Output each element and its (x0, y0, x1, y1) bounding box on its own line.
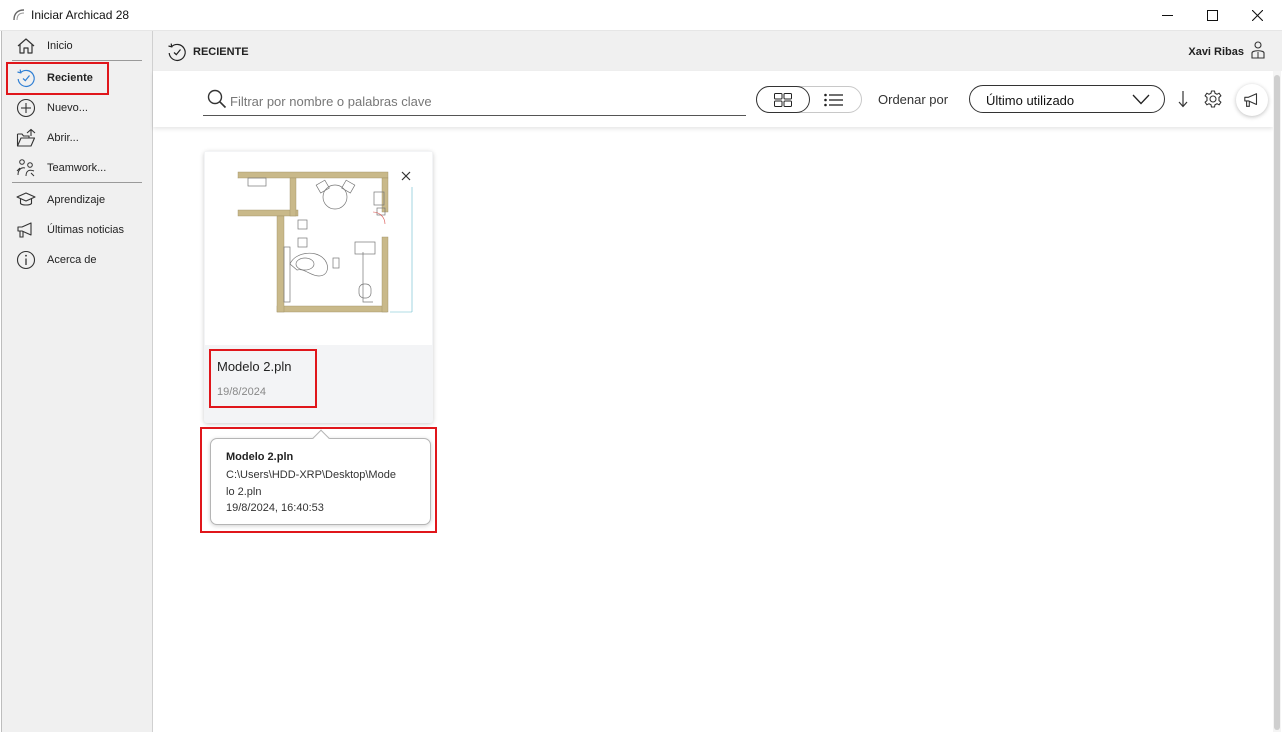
sort-direction-icon[interactable] (1178, 90, 1188, 108)
recent-icon (168, 43, 186, 62)
sidebar-item-label: Inicio (47, 40, 73, 52)
search-field[interactable] (203, 85, 746, 116)
title-bar: Iniciar Archicad 28 (0, 0, 1282, 31)
search-input[interactable] (230, 91, 730, 111)
teamwork-icon (15, 157, 37, 179)
open-folder-icon (15, 127, 37, 149)
sidebar-item-inicio[interactable]: Inicio (6, 33, 148, 59)
sidebar-item-label: Últimas noticias (47, 224, 125, 236)
info-icon (15, 249, 37, 271)
graduation-cap-icon (15, 189, 37, 211)
maximize-button[interactable] (1189, 0, 1235, 31)
highlight-box (6, 62, 109, 95)
news-button[interactable] (1236, 84, 1268, 116)
window-title: Iniciar Archicad 28 (31, 8, 130, 22)
grid-view-button[interactable] (756, 86, 810, 113)
minimize-button[interactable] (1144, 0, 1190, 31)
view-mode-toggle (756, 86, 862, 113)
megaphone-icon (1244, 93, 1258, 107)
sidebar-item-teamwork[interactable]: Teamwork... (6, 155, 148, 181)
close-icon (1251, 10, 1263, 21)
close-button[interactable] (1234, 0, 1280, 31)
grid-view-icon (774, 92, 792, 107)
sidebar-item-aprendizaje[interactable]: Aprendizaje (6, 187, 148, 213)
chevron-down-icon (1132, 94, 1150, 105)
plus-circle-icon (15, 97, 37, 119)
remove-recent-icon[interactable] (400, 170, 412, 182)
sidebar-item-nuevo[interactable]: Nuevo... (6, 95, 148, 121)
sidebar: Inicio Reciente Nuevo... Abrir... Teamwo… (1, 31, 153, 732)
file-thumbnail (205, 152, 432, 345)
user-name[interactable]: Xavi Ribas (1188, 46, 1244, 58)
minimize-icon (1161, 15, 1173, 16)
gear-icon[interactable] (1203, 89, 1223, 109)
sidebar-item-label: Aprendizaje (47, 194, 106, 206)
home-icon (15, 35, 37, 57)
sidebar-item-acerca-de[interactable]: Acerca de (6, 247, 148, 273)
floor-plan-thumbnail (237, 171, 413, 313)
sidebar-item-abrir[interactable]: Abrir... (6, 125, 148, 151)
scrollbar-thumb[interactable] (1274, 75, 1280, 730)
section-header: RECIENTE Xavi Ribas (153, 31, 1282, 71)
archicad-logo-icon (13, 9, 25, 21)
sidebar-item-label: Teamwork... (47, 162, 107, 174)
list-view-button[interactable] (807, 86, 861, 113)
sidebar-divider (12, 60, 142, 61)
sidebar-item-label: Acerca de (47, 254, 97, 266)
sidebar-divider (12, 182, 142, 183)
sort-dropdown[interactable]: Último utilizado (969, 85, 1165, 113)
sidebar-item-label: Nuevo... (47, 102, 88, 114)
highlight-box (200, 427, 437, 533)
list-view-icon (824, 93, 843, 106)
page-title: RECIENTE (193, 46, 249, 58)
megaphone-icon (15, 219, 37, 241)
highlight-box (209, 349, 317, 408)
sort-label: Ordenar por (878, 92, 949, 107)
sidebar-item-label: Abrir... (47, 132, 79, 144)
sidebar-item-ultimas-noticias[interactable]: Últimas noticias (6, 217, 148, 243)
sort-selected-value: Último utilizado (986, 93, 1075, 108)
user-account-icon[interactable] (1251, 41, 1265, 59)
search-icon (207, 89, 227, 109)
maximize-icon (1206, 10, 1218, 21)
toolbar: Ordenar por Último utilizado (153, 71, 1273, 127)
